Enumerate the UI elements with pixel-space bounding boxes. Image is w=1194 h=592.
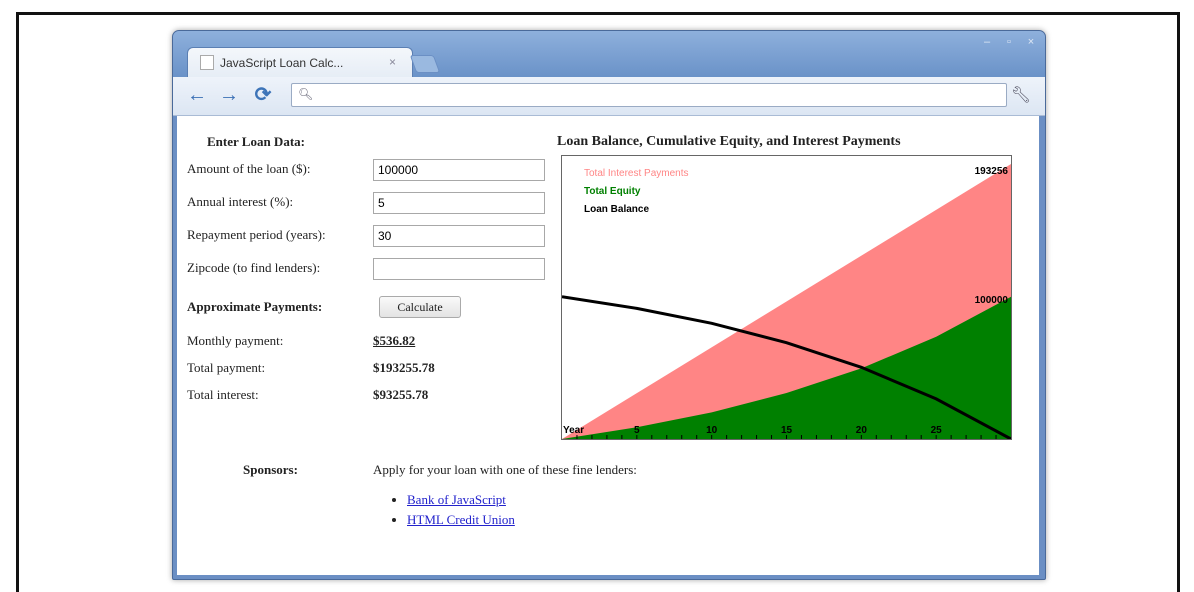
new-tab-button[interactable] (409, 55, 441, 73)
search-icon: 🔍︎ (298, 87, 314, 101)
amount-input[interactable] (373, 159, 545, 181)
reload-icon[interactable]: ⟳ (251, 83, 275, 107)
total-interest-value: $93255.78 (373, 387, 429, 402)
x-tick-label: 25 (931, 425, 943, 436)
address-bar[interactable]: 🔍︎ (291, 83, 1007, 107)
minimize-icon[interactable]: – (977, 35, 997, 49)
lender-list: Bank of JavaScript HTML Credit Union (389, 492, 515, 532)
monthly-payment-value: $536.82 (373, 333, 416, 348)
tab-close-icon[interactable]: × (389, 55, 396, 69)
calculate-button[interactable]: Calculate (379, 296, 461, 318)
payments-heading: Approximate Payments: (187, 299, 323, 314)
tab-title: JavaScript Loan Calc... (220, 55, 344, 70)
browser-toolbar: ← → ⟳ 🔍︎ 🔧︎ (173, 77, 1045, 116)
page-content: Enter Loan Data: Amount of the loan ($):… (177, 116, 1039, 575)
lender-link-html-credit-union[interactable]: HTML Credit Union (407, 512, 515, 527)
legend-interest: Total Interest Payments (584, 168, 689, 179)
chart-canvas: Total Interest Payments Total Equity Loa… (561, 164, 1012, 441)
x-tick-label: 5 (634, 425, 640, 436)
lender-link-bank-of-javascript[interactable]: Bank of JavaScript (407, 492, 506, 507)
period-input[interactable] (373, 225, 545, 247)
form-heading: Enter Loan Data: (207, 134, 305, 149)
list-item: Bank of JavaScript (407, 492, 515, 508)
zipcode-label: Zipcode (to find lenders): (187, 260, 321, 275)
interest-label: Annual interest (%): (187, 194, 294, 209)
list-item: HTML Credit Union (407, 512, 515, 528)
sponsors-intro: Apply for your loan with one of these fi… (373, 462, 637, 477)
forward-arrow-icon[interactable]: → (217, 83, 241, 107)
x-tick-label: 15 (781, 425, 793, 436)
x-tick-label: 20 (856, 425, 868, 436)
browser-window: JavaScript Loan Calc... × – ▫ × ← → ⟳ 🔍︎… (172, 30, 1046, 580)
amount-label: Amount of the loan ($): (187, 161, 311, 176)
loan-chart: Total Interest Payments Total Equity Loa… (561, 155, 1012, 441)
title-bar: JavaScript Loan Calc... × – ▫ × (173, 31, 1045, 77)
monthly-payment-label: Monthly payment: (187, 333, 284, 348)
back-arrow-icon[interactable]: ← (185, 83, 209, 107)
legend-balance: Loan Balance (584, 204, 649, 215)
zipcode-input[interactable] (373, 258, 545, 280)
x-tick-label: 10 (706, 425, 718, 436)
max-equity-label: 100000 (975, 295, 1009, 306)
maximize-icon[interactable]: ▫ (999, 35, 1019, 49)
sponsors-heading: Sponsors: (243, 462, 298, 477)
total-payment-value: $193255.78 (373, 360, 435, 375)
legend-equity: Total Equity (584, 186, 641, 197)
interest-input[interactable] (373, 192, 545, 214)
x-axis-label: Year (563, 425, 584, 436)
browser-tab[interactable]: JavaScript Loan Calc... × (187, 47, 413, 77)
period-label: Repayment period (years): (187, 227, 326, 242)
close-window-icon[interactable]: × (1021, 35, 1041, 49)
max-interest-label: 193256 (975, 166, 1009, 177)
total-payment-label: Total payment: (187, 360, 266, 375)
wrench-icon[interactable]: 🔧︎ (1011, 85, 1031, 105)
chart-title: Loan Balance, Cumulative Equity, and Int… (557, 134, 901, 149)
total-interest-label: Total interest: (187, 387, 259, 402)
page-icon (200, 55, 214, 70)
